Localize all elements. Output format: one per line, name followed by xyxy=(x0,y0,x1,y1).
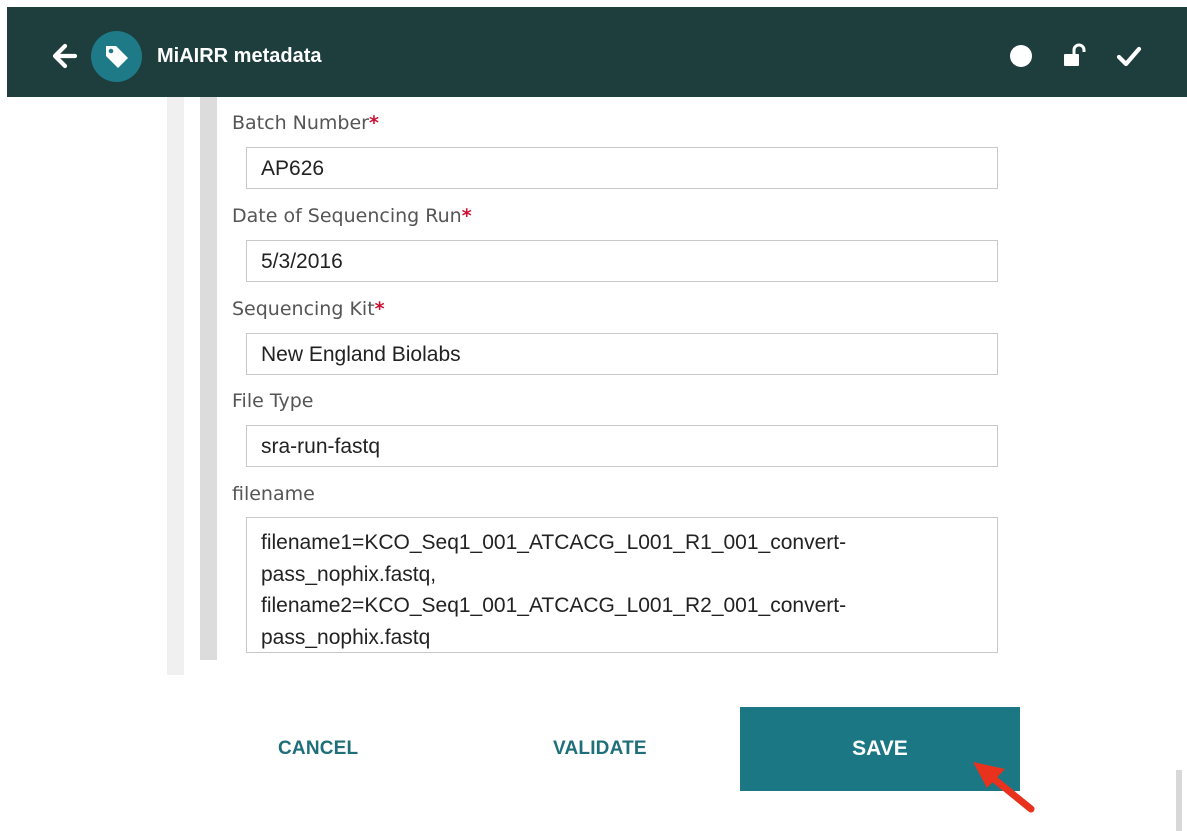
sequencing-date-field[interactable]: 5/3/2016 xyxy=(246,240,998,282)
scrollbar[interactable] xyxy=(1176,770,1182,831)
sequencing-date-label: Date of Sequencing Run* xyxy=(232,205,472,227)
inner-nesting-bar xyxy=(200,97,217,660)
batch-number-field[interactable]: AP626 xyxy=(246,147,998,189)
sequencing-kit-label: Sequencing Kit* xyxy=(232,298,385,320)
batch-number-label: Batch Number* xyxy=(232,112,379,134)
annotation-arrow-icon xyxy=(973,762,1035,813)
required-marker: * xyxy=(368,112,379,134)
page-title: MiAIRR metadata xyxy=(157,45,322,67)
filename-textarea[interactable]: filename1=KCO_Seq1_001_ATCACG_L001_R1_00… xyxy=(246,517,998,653)
required-marker: * xyxy=(374,298,385,320)
sequencing-kit-field[interactable]: New England Biolabs xyxy=(246,333,998,375)
tag-icon xyxy=(106,46,128,68)
check-icon[interactable] xyxy=(1116,44,1142,70)
file-type-field[interactable]: sra-run-fastq xyxy=(246,425,998,467)
file-type-label: File Type xyxy=(232,390,314,412)
tag-avatar xyxy=(91,31,142,82)
unlock-icon[interactable] xyxy=(1062,43,1088,69)
validate-button[interactable]: VALIDATE xyxy=(553,738,647,760)
outer-nesting-bar xyxy=(167,97,184,675)
required-marker: * xyxy=(461,205,472,227)
app-header: MiAIRR metadata xyxy=(7,7,1187,97)
filename-label: filename xyxy=(232,483,315,505)
back-arrow-icon[interactable] xyxy=(52,43,78,69)
status-dot-icon[interactable] xyxy=(1010,45,1032,67)
cancel-button[interactable]: CANCEL xyxy=(278,738,358,760)
